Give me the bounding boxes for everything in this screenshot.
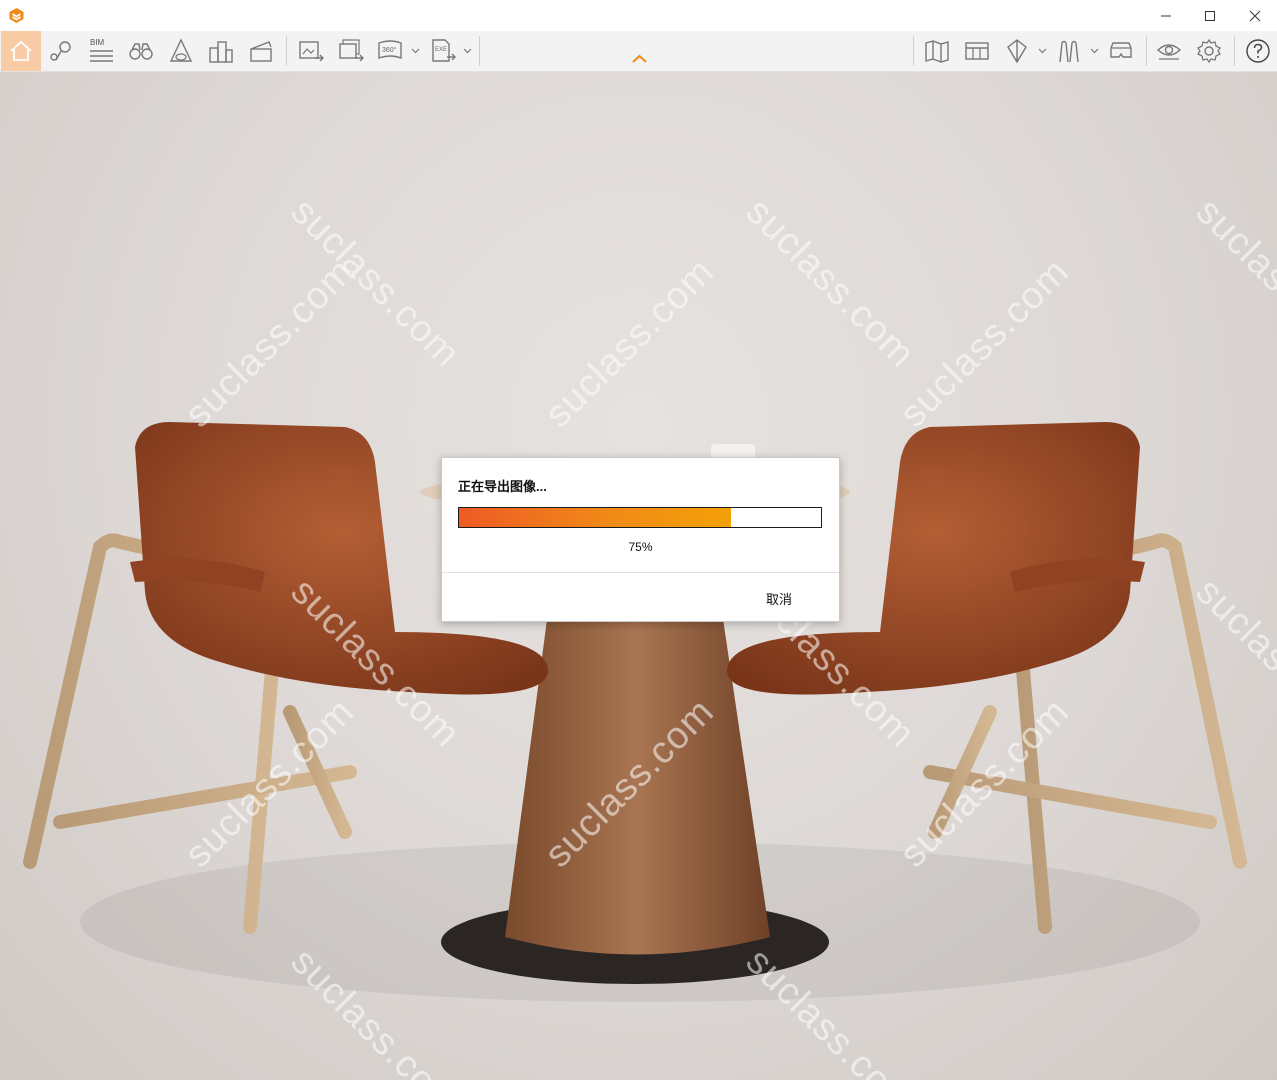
export-exe-button[interactable]: EXE [426,31,460,71]
binoculars-button[interactable] [124,31,158,71]
maximize-icon [1205,10,1215,21]
toolbar-separator [286,36,287,66]
title-bar [0,0,1277,31]
app-logo-icon [9,8,24,23]
chevron-down-icon[interactable] [411,48,420,54]
bim-icon: BIM [90,38,113,62]
buildings-icon [209,41,233,63]
help-button[interactable] [1240,31,1276,71]
eye-icon [1156,44,1182,60]
section-plane-icon [1007,39,1027,64]
bim-button[interactable]: BIM [84,31,118,71]
toolbar-separator [913,36,914,66]
label-360: 360° [382,46,397,54]
buildings-button[interactable] [204,31,238,71]
minimize-button[interactable] [1143,0,1189,31]
panorama-360-icon: 360° [378,40,402,59]
vr-headset-icon [1110,42,1132,58]
export-image-icon [299,41,324,62]
clapperboard-icon [250,41,272,62]
cancel-button[interactable]: 取消 [766,589,792,608]
location-button[interactable] [44,31,78,71]
collapse-toolbar-icon[interactable] [631,54,648,64]
help-icon [1246,39,1270,63]
chevron-down-icon[interactable] [1090,48,1099,54]
gear-icon [1197,38,1221,64]
toolbar-separator [1146,36,1147,66]
map-pin-icon [50,41,71,61]
settings-button[interactable] [1192,31,1226,71]
progress-percent: 75% [628,540,653,554]
clapperboard-button[interactable] [244,31,278,71]
people-button[interactable] [1052,31,1086,71]
progress-bar [458,507,822,528]
toolbar-separator [1234,36,1235,66]
minimize-icon [1161,15,1171,16]
close-button[interactable] [1232,0,1277,31]
label-exe: EXE [435,47,447,53]
cone-view-button[interactable] [164,31,198,71]
map-icon [925,40,949,63]
visibility-button[interactable] [1152,31,1186,71]
batch-export-button[interactable] [334,31,368,71]
chevron-down-icon[interactable] [1038,48,1047,54]
home-button[interactable] [1,31,41,71]
people-icon [1059,40,1079,63]
chevron-down-icon[interactable] [463,48,472,54]
vr-button[interactable] [1104,31,1138,71]
export-progress-dialog: 正在导出图像... 75% 取消 [441,457,840,622]
section-button[interactable] [1000,31,1034,71]
export-360-button[interactable]: 360° [374,31,408,71]
dialog-title: 正在导出图像... [458,479,547,494]
binoculars-icon [129,43,153,60]
home-icon [10,40,32,61]
toolbar-separator [479,36,480,66]
table-view-button[interactable] [960,31,994,71]
dialog-divider [442,572,839,573]
close-icon [1249,10,1261,21]
export-image-button[interactable] [294,31,328,71]
map-button[interactable] [920,31,954,71]
main-toolbar: BIM 360° EXE [0,31,1277,72]
batch-export-icon [339,39,364,62]
cone-icon [169,38,193,62]
table-icon [965,42,989,60]
export-exe-icon: EXE [432,39,456,62]
maximize-button[interactable] [1187,0,1233,31]
progress-bar-fill [459,508,731,527]
bim-label: BIM [90,38,105,47]
